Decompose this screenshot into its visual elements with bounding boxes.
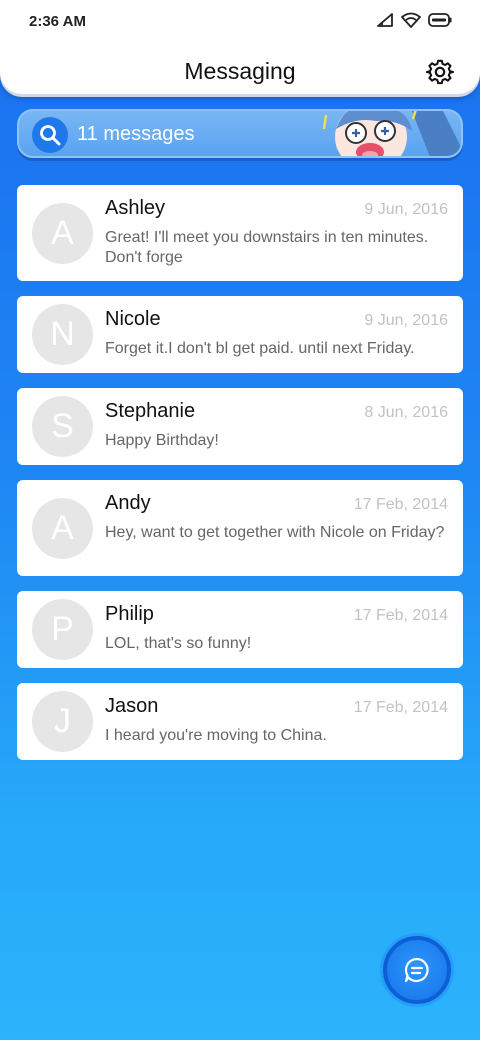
wifi-icon xyxy=(401,12,421,28)
message-preview: Great! I'll meet you downstairs in ten m… xyxy=(105,229,429,266)
avatar: S xyxy=(32,396,93,457)
avatar: J xyxy=(32,691,93,752)
contact-name: Ashley xyxy=(105,197,166,219)
conversation-item[interactable]: S Stephanie 8 Jun, 2016 Happy Birthday! xyxy=(17,388,463,465)
search-bar[interactable]: 11 messages xyxy=(17,109,463,158)
mascot-illustration xyxy=(322,111,461,156)
gear-icon xyxy=(425,59,454,85)
page-title: Messaging xyxy=(184,58,296,84)
message-preview: LOL, that's so funny! xyxy=(105,635,252,652)
message-date: 17 Feb, 2014 xyxy=(353,496,448,513)
avatar: A xyxy=(32,203,93,264)
avatar: P xyxy=(32,599,93,660)
conversation-item[interactable]: N Nicole 9 Jun, 2016 Forget it.I don't bl g… xyxy=(17,296,463,373)
status-time: 2:36 AM xyxy=(29,13,86,30)
contact-name: Jason xyxy=(105,695,159,717)
contact-name: Philip xyxy=(105,603,154,625)
battery-icon xyxy=(428,13,452,27)
compose-button[interactable] xyxy=(383,936,451,1004)
message-preview: I heard you're moving to China. xyxy=(105,727,327,744)
message-date: 9 Jun, 2016 xyxy=(364,201,448,218)
signal-icon xyxy=(377,13,393,27)
conversation-item[interactable]: A Andy 17 Feb, 2014 Hey, want to get togeth… xyxy=(17,480,463,576)
message-preview: Hey, want to get together with Nicole on… xyxy=(105,524,445,541)
avatar: A xyxy=(32,498,93,559)
status-bar: 2:36 AM xyxy=(0,0,480,44)
status-icons xyxy=(376,12,452,28)
message-date: 17 Feb, 2014 xyxy=(353,699,448,716)
message-date: 8 Jun, 2016 xyxy=(364,404,448,421)
contact-name: Andy xyxy=(105,492,151,514)
search-icon xyxy=(40,125,61,146)
search-button[interactable] xyxy=(32,117,68,153)
contact-name: Nicole xyxy=(105,308,161,330)
conversation-item[interactable]: A Ashley 9 Jun, 2016 Great! I'll meet you d… xyxy=(17,185,463,281)
settings-button[interactable] xyxy=(425,58,454,86)
message-preview: Happy Birthday! xyxy=(105,432,219,449)
conversation-item[interactable]: J Jason 17 Feb, 2014 I heard you're moving … xyxy=(17,683,463,760)
message-date: 17 Feb, 2014 xyxy=(353,607,448,624)
conversation-item[interactable]: P Philip 17 Feb, 2014 LOL, that's so funny! xyxy=(17,591,463,668)
message-count-label: 11 messages xyxy=(77,123,195,145)
compose-message-icon xyxy=(404,957,429,983)
avatar: N xyxy=(32,304,93,365)
message-preview: Forget it.I don't bl get paid. until nex… xyxy=(105,340,415,357)
message-date: 9 Jun, 2016 xyxy=(364,312,448,329)
contact-name: Stephanie xyxy=(105,400,196,422)
app-header: 2:36 AM Messaging xyxy=(0,0,480,94)
